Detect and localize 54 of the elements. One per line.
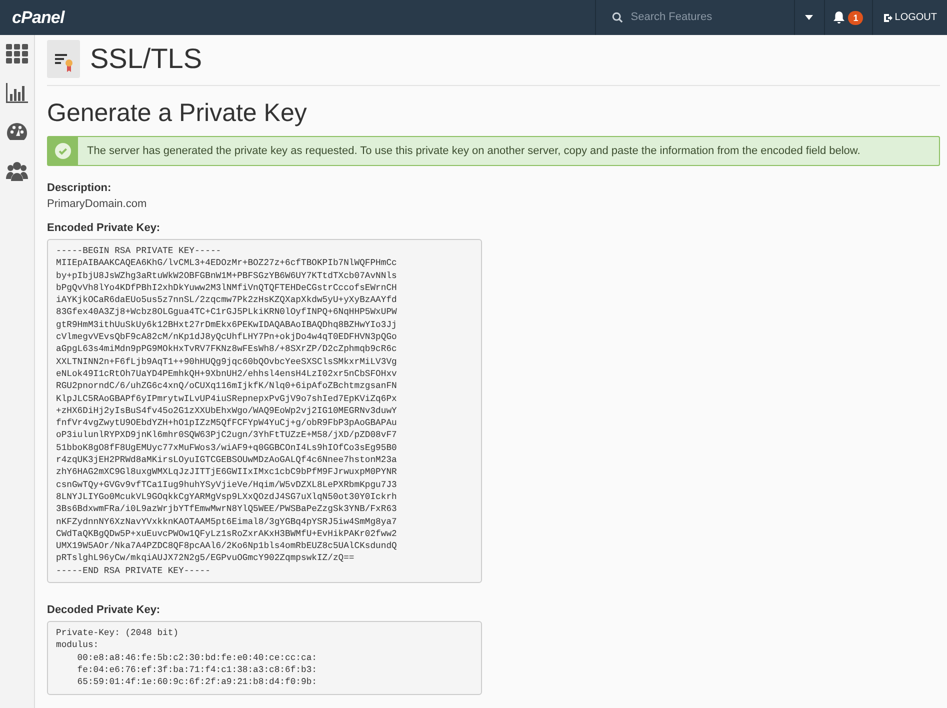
logout-icon xyxy=(882,12,893,22)
code-line: CWdTaQKBgQDw5P+xuEuvcPWOw1QFyLz1sRoZxrAKxH3BWMfU+EvHikPAKr02fww2 xyxy=(56,528,398,540)
code-line: by+pIbjU8JsWZhg3aRtuWkW2OBFGBnW1M+PBFSGzYB6W6UY7KTtdTXcb07AvNNls xyxy=(56,270,398,282)
code-line: aGpgL63s4miMdn9pPG9MOkHxTvRV7FKNz8wFEsWh8/+8SXrZP/D2cZphmqb9cR6c xyxy=(56,343,398,356)
code-line: eNLok49I1cRtOh7UaYD4PEmhkQH+9XbnUH2/ehhsl4ensH4LzI02xr5nCbSFOHxv xyxy=(56,368,398,380)
code-line: pRTslghL96yCw/mkqiAUJX72N2g5/EGPvuOGmcY902ZqmpswkIZ/zQ== xyxy=(56,552,356,565)
field-label: Decoded Private Key: xyxy=(47,603,162,618)
code-line: csnGwTQy+GVGv9vfTCa1Iug9huhYSyVjieVe/Hqim/W5vDZXL8LePXRbmKpgu7J3 xyxy=(56,478,398,491)
gauge-icon[interactable] xyxy=(6,122,28,142)
code-line: MIIEpAIBAAKCAQEA6KhG/lvCML3+4EDOzMr+BOZ27z+6cfTBOKPIb7NlWQFPHmCc xyxy=(56,257,398,270)
apps-grid-icon[interactable] xyxy=(6,44,28,64)
logo[interactable]: cPanel xyxy=(12,4,64,30)
code-line: 3Bs6BdxwmFRa/i0L9azWrjbYTfEmwMwrN8YlQ5WEE/PWSBaPeZzgSk3YNB/FxR63 xyxy=(56,503,398,516)
code-line: gtR9HmM3ithUuSkUy6k12BHxt27rDmEkx6PEKwIDAQABAoIBAQDhq8BZHwYIo3Jj xyxy=(56,318,398,332)
code-line: XXLTNINN2n+F6fLjb9AqT1++90hHUQg9jqc60bQOvbcYeeSXSClsSMkxrMiLV3Vg xyxy=(56,356,398,368)
page-title: SSL/TLS xyxy=(90,45,202,73)
code-line: 83Gfex40A3Zj8+Wcbz8OLGgua4TC+C1rGJ5PLkiKRN0lOyfINPQ+6NqHHP5WxUPW xyxy=(56,306,398,319)
code-line: -----END RSA PRIVATE KEY----- xyxy=(56,564,212,578)
code-line: modulus: xyxy=(56,639,100,652)
code-line: 65:59:01:4f:1e:60:9c:6f:2f:a9:21:b8:d4:f0:9b: xyxy=(76,676,318,688)
code-line: 51bboK8gO8fF8UgEMUyc77xMuFWos3/wiAF9+q0GGBCOnI4Ls9hIOfCo3sEg95B0 xyxy=(56,442,398,454)
code-line: cVlmegvVEvsQbF9cA82cM/nKp1dJ8yQcUhfLHY7Pn+okjDo4w4qT0EDFHVN3pQGo xyxy=(56,331,398,344)
notification-badge: 1 xyxy=(848,10,864,24)
caret-icon xyxy=(805,15,814,20)
code-line: -----BEGIN RSA PRIVATE KEY----- xyxy=(56,245,222,258)
notifications-button[interactable]: 1 xyxy=(824,0,873,35)
code-line: nKFZydnnNY6XzNavYVxkknKAOTAAM5pt6Eimal8/3gYGBq4pYSRJ5iw4SmMg8ya7 xyxy=(56,516,398,528)
code-line: zhY6HAG2mXC9Gl8uxgWMXLqJzJITTjE6GWIIxIMxc1cbC9bPfM9FJrwuxpM0PYNR xyxy=(56,466,398,479)
users-icon[interactable] xyxy=(6,160,28,182)
field-label: Description: xyxy=(47,181,112,195)
certificate-icon xyxy=(47,40,80,78)
logout-link[interactable]: LOGOUT xyxy=(872,0,947,35)
code-line: r4zqUK3jEH2PRWd8aMKirsLOyuIGTCGEBSOUwMDzAoGALQf4c6Nnee7hstonM23a xyxy=(56,454,398,466)
code-line: UMX19W5AOr/Nka7A4PZDC8QF8pcAAl6/2Ko6Np1bls4omRbEUZ8c5UAlCKsdundQ xyxy=(56,540,398,552)
code-line: bPgQvVh8lYo4KDfPBhI2xhDkYuww2M3lNMfiVnQTQFTEHDeCGstrCccofsEWrnCH xyxy=(56,282,398,294)
code-line: oP3iulunlRYPXD9jnKl6mhr0SQW63PjC2ugn/3YhFtTUZzE+M58/jXD/pZD08vF7 xyxy=(56,429,398,442)
search-field[interactable]: Search Features xyxy=(630,9,771,26)
code-line: 8LNYJLIYGo0McukVL9GOqkkCgYARMgVsp9LXxQOzdJ4SG7uXlqN50ot30Y0Ickrh xyxy=(56,490,398,504)
code-line: fe:04:e6:76:ef:3f:ba:71:f4:c1:38:a3:c8:6f:b3: xyxy=(76,664,318,676)
code-line: Private-Key: (2048 bit) xyxy=(56,627,180,640)
field-label: Encoded Private Key: xyxy=(47,221,162,235)
code-line: fnfVr4vgZwytU9OEbdYZH+hO1pIZzM5QfFCFYpW4YuCj+g/obR9FbP3pAoGBAPAu xyxy=(56,417,398,430)
code-line: RGU2pnorndC/6/uhZG6c4xnQ/oCUXq116mIjkfK/Nlq0+6ipAfoZBchtmzgsanFN xyxy=(56,380,398,393)
description-value: PrimaryDomain.com xyxy=(47,197,148,211)
code-line: KlpJLC5RAoGBAPf6yIPmrytwILvUP4iuSRepnepxPvGjV9o7shIed7EpKViZq6Px xyxy=(56,392,398,405)
code-line: iAYKjkOCaR6daEUo5us5z7nnSL/2zqcmw7Pk2zHsKZQXapXkdw5yU+yXyBzAAYfd xyxy=(56,294,398,306)
code-line: 00:e8:a8:46:fe:5b:c2:30:bd:fe:e0:40:ce:cc:ca: xyxy=(76,652,318,664)
bell-icon xyxy=(833,11,846,24)
bar-chart-icon[interactable] xyxy=(6,82,28,104)
code-line: +zHX6DiHj2yIsBuS4fv45o2G1zXXUbEhxWgo/WAQ9EoWp2vj2IG10MEGRNv3duwY xyxy=(56,404,398,418)
search-icon xyxy=(612,12,623,23)
check-circle-icon xyxy=(55,143,71,159)
alert-message: The server has generated the private key as requested. To use this private key on another server, copy and paste the information from the encoded field below. xyxy=(86,144,860,159)
section-heading: Generate a Private Key xyxy=(47,98,308,128)
